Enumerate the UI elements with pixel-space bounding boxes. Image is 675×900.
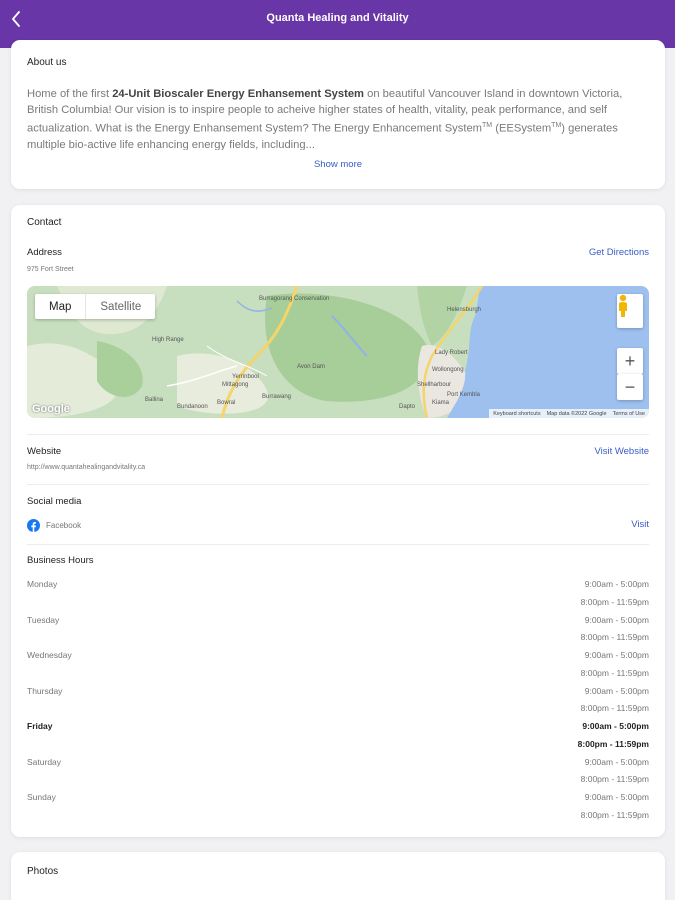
visit-facebook-link[interactable]: Visit	[631, 519, 649, 530]
satellite-option[interactable]: Satellite	[85, 294, 155, 319]
place-label: Kiama	[432, 400, 450, 406]
place-label: Bundanoon	[177, 404, 208, 410]
hours-slot-today: 8:00pm - 11:59pm	[577, 739, 649, 749]
social-media-label: Social media	[27, 496, 82, 507]
hours-slot: 8:00pm - 11:59pm	[580, 703, 649, 713]
photos-card: Photos	[11, 852, 665, 900]
photos-title: Photos	[27, 866, 59, 877]
divider	[27, 544, 649, 545]
business-hours-label: Business Hours	[27, 555, 94, 566]
website-label: Website	[27, 446, 62, 457]
about-description: Home of the first 24-Unit Bioscaler Ener…	[27, 86, 649, 150]
terms-link[interactable]: Terms of Use	[613, 411, 645, 417]
hours-slot: 8:00pm - 11:59pm	[580, 597, 649, 607]
place-label: Avon Dam	[297, 364, 325, 370]
page-title: Quanta Healing and Vitality	[266, 12, 409, 24]
place-label: Shellharbour	[417, 382, 451, 388]
place-label: Burrawang	[262, 394, 291, 400]
hours-day: Tuesday	[27, 615, 60, 625]
pegman-button[interactable]	[617, 294, 643, 328]
address-label: Address	[27, 247, 62, 258]
visit-website-link[interactable]: Visit Website	[594, 446, 649, 457]
hours-slot: 9:00am - 5:00pm	[584, 579, 649, 589]
hours-day: Thursday	[27, 686, 63, 696]
hours-day-today: Friday	[27, 721, 53, 731]
facebook-row: Facebook	[27, 519, 81, 532]
contact-card: Contact Address Get Directions 975 Fort …	[11, 205, 665, 837]
hours-slot-today: 9:00am - 5:00pm	[582, 721, 649, 731]
about-text-bold: 24-Unit Bioscaler Energy Enhansement Sys…	[112, 88, 364, 100]
hours-slot: 8:00pm - 11:59pm	[580, 668, 649, 678]
hours-slot: 9:00am - 5:00pm	[584, 792, 649, 802]
get-directions-link[interactable]: Get Directions	[589, 247, 649, 258]
place-label: Port Kembla	[447, 392, 481, 398]
hours-day: Wednesday	[27, 650, 72, 660]
hours-day: Saturday	[27, 757, 62, 767]
hours-slot: 9:00am - 5:00pm	[584, 615, 649, 625]
place-label: Dapto	[399, 404, 416, 410]
keyboard-shortcuts-link[interactable]: Keyboard shortcuts	[493, 411, 540, 417]
hours-slot: 9:00am - 5:00pm	[584, 757, 649, 767]
map-data-text: Map data ©2022 Google	[546, 410, 607, 417]
map-option[interactable]: Map	[35, 294, 85, 319]
hours-slot: 8:00pm - 11:59pm	[580, 810, 649, 820]
about-tm-2: TM	[551, 122, 562, 129]
website-url: http://www.quantahealingandvitality.ca	[27, 464, 146, 471]
place-label: Lady Robert	[435, 350, 468, 356]
hours-slot: 9:00am - 5:00pm	[584, 650, 649, 660]
place-label: Ballina	[145, 397, 164, 403]
place-label: High Range	[152, 337, 184, 343]
about-title: About us	[27, 57, 67, 68]
contact-title: Contact	[27, 217, 62, 228]
divider	[27, 484, 649, 485]
map-type-toggle: Map Satellite	[35, 294, 156, 319]
about-text-1: Home of the first	[27, 88, 113, 100]
google-logo: Google	[32, 403, 70, 415]
facebook-icon	[27, 519, 40, 532]
about-tm-1: TM	[482, 122, 493, 129]
zoom-out-button[interactable]: −	[617, 374, 643, 400]
place-label: Yerrinbool	[232, 374, 259, 380]
show-more-button[interactable]: Show more	[11, 159, 665, 170]
hours-day: Monday	[27, 579, 58, 589]
divider	[27, 434, 649, 435]
zoom-in-button[interactable]: +	[617, 348, 643, 374]
map-view[interactable]: Burragorang Conservation High Range Yerr…	[27, 286, 649, 418]
hours-day: Sunday	[27, 792, 56, 802]
pegman-icon	[619, 294, 627, 317]
about-card: About us Home of the first 24-Unit Biosc…	[11, 40, 665, 189]
hours-slot: 9:00am - 5:00pm	[584, 686, 649, 696]
place-label: Bowral	[217, 400, 235, 406]
place-label: Burragorang Conservation	[259, 296, 329, 302]
map-attribution: Keyboard shortcuts Map data ©2022 Google…	[489, 409, 649, 418]
place-label: Helensburgh	[447, 307, 481, 313]
place-label: Wollongong	[432, 367, 464, 373]
hours-slot: 8:00pm - 11:59pm	[580, 632, 649, 642]
facebook-label: Facebook	[46, 521, 82, 530]
hours-slot: 8:00pm - 11:59pm	[580, 774, 649, 784]
address-value: 975 Fort Street	[27, 266, 74, 273]
about-text-3: (EESystem	[492, 122, 552, 135]
place-label: Mittagong	[222, 382, 248, 388]
